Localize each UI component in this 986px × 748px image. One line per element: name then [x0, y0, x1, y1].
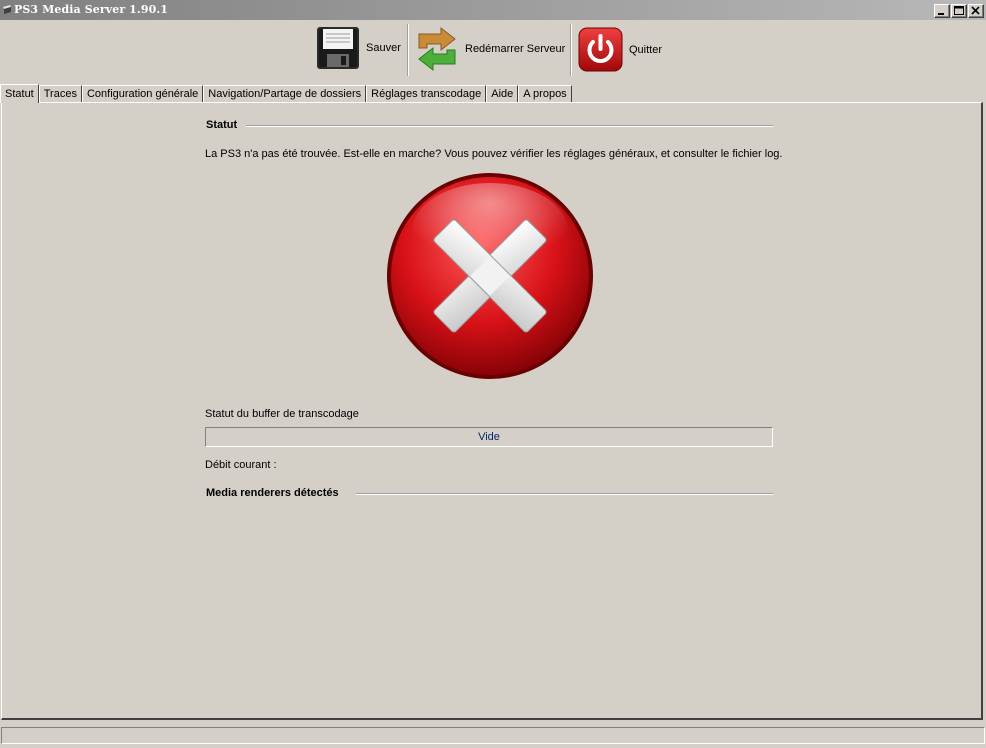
maximize-button[interactable] [951, 4, 967, 18]
status-message: La PS3 n'a pas été trouvée. Est-elle en … [205, 148, 783, 160]
status-section-title: Statut [206, 119, 238, 131]
error-x-icon [387, 173, 593, 379]
renderers-section-title: Media renderers détectés [206, 487, 339, 499]
status-bar [1, 727, 985, 744]
save-button[interactable]: Sauver [316, 26, 401, 70]
toolbar-separator [570, 24, 572, 76]
buffer-progress-bar: Vide [205, 427, 773, 447]
app-icon [3, 5, 11, 14]
power-icon [578, 27, 623, 72]
tab-navigation-partage[interactable]: Navigation/Partage de dossiers [203, 85, 367, 103]
tab-traces[interactable]: Traces [38, 85, 82, 103]
tab-aide[interactable]: Aide [486, 85, 519, 103]
floppy-disk-icon [317, 27, 359, 69]
title-bar: PS3 Media Server 1.90.1 [0, 0, 986, 20]
renderers-section-divider [356, 493, 773, 495]
close-icon [971, 6, 980, 15]
status-section-divider [246, 125, 773, 127]
close-button[interactable] [968, 4, 984, 18]
tab-reglages-transcodage[interactable]: Réglages transcodage [366, 85, 487, 103]
quit-button[interactable]: Quitter [578, 27, 662, 72]
save-label: Sauver [366, 42, 401, 54]
tab-bar: Statut Traces Configuration générale Nav… [0, 84, 572, 103]
tab-statut[interactable]: Statut [0, 84, 39, 103]
tab-a-propos[interactable]: A propos [518, 85, 572, 103]
restart-arrows-icon [418, 26, 456, 72]
maximize-icon [954, 6, 964, 15]
window-title: PS3 Media Server 1.90.1 [14, 3, 169, 16]
toolbar-separator [407, 24, 409, 76]
quit-label: Quitter [629, 43, 663, 56]
restart-label: Redémarrer Serveur [465, 43, 566, 55]
buffer-status-label: Statut du buffer de transcodage [205, 408, 359, 420]
tab-configuration-generale[interactable]: Configuration générale [81, 85, 204, 103]
restart-server-button[interactable]: Redémarrer Serveur [415, 26, 565, 72]
buffer-progress-text: Vide [478, 431, 500, 443]
current-bitrate-label: Débit courant : [205, 459, 277, 471]
minimize-icon [938, 13, 944, 15]
minimize-button[interactable] [934, 4, 950, 18]
